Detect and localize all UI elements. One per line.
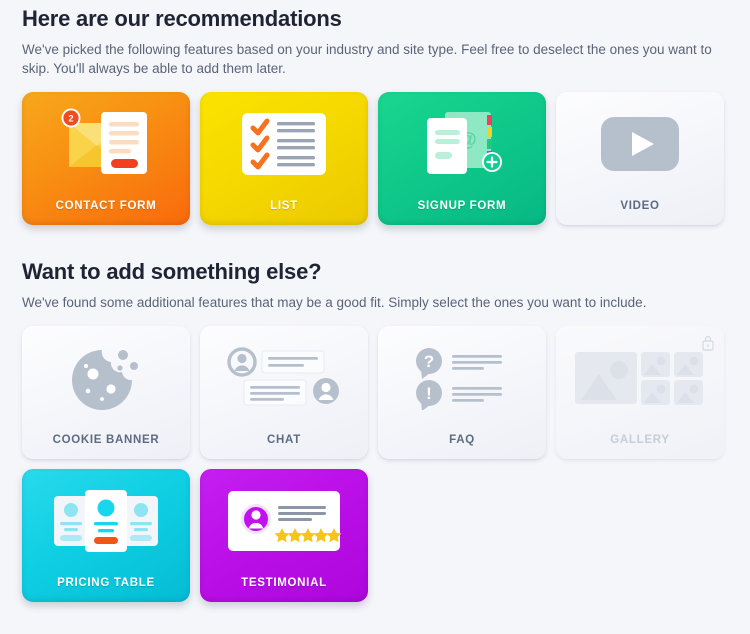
faq-icon: ? ! bbox=[378, 326, 546, 430]
pricing-table-icon bbox=[22, 469, 190, 573]
feature-card-label: FAQ bbox=[449, 434, 475, 446]
gallery-icon bbox=[556, 326, 724, 430]
feature-card-label: CHAT bbox=[267, 434, 301, 446]
recommendations-page: Here are our recommendations We've picke… bbox=[0, 0, 750, 602]
feature-card-video[interactable]: VIDEO bbox=[556, 92, 724, 225]
recommendations-description: We've picked the following features base… bbox=[22, 42, 712, 76]
additional-features-grid: COOKIE BANNER CHAT ? ! FAQ GALLERY PRICI… bbox=[22, 326, 728, 602]
testimonial-icon bbox=[200, 469, 368, 573]
contact-form-icon: 2 bbox=[22, 92, 190, 196]
additional-features-title: Want to add something else? bbox=[22, 259, 322, 284]
video-play-icon bbox=[556, 92, 724, 196]
additional-features-description: We've found some additional features tha… bbox=[22, 295, 647, 310]
svg-text:!: ! bbox=[426, 384, 432, 403]
feature-card-label: GALLERY bbox=[610, 434, 670, 446]
unread-badge: 2 bbox=[61, 108, 81, 128]
feature-card-label: SIGNUP FORM bbox=[417, 200, 507, 212]
cookie-icon bbox=[22, 326, 190, 430]
feature-card-signup-form[interactable]: @ bbox=[378, 92, 546, 225]
feature-card-label: VIDEO bbox=[620, 200, 660, 212]
svg-text:2: 2 bbox=[68, 114, 73, 124]
feature-card-label: COOKIE BANNER bbox=[52, 434, 160, 446]
feature-card-gallery[interactable]: GALLERY bbox=[556, 326, 724, 459]
chat-bubbles-icon bbox=[200, 326, 368, 430]
feature-card-contact-form[interactable]: 2 CONTACT FORM bbox=[22, 92, 190, 225]
svg-text:?: ? bbox=[424, 352, 434, 371]
page-title: Here are our recommendations bbox=[22, 6, 342, 31]
feature-card-label: LIST bbox=[270, 200, 298, 212]
feature-card-testimonial[interactable]: TESTIMONIAL bbox=[200, 469, 368, 602]
checklist-icon bbox=[200, 92, 368, 196]
feature-card-chat[interactable]: CHAT bbox=[200, 326, 368, 459]
feature-card-pricing-table[interactable]: PRICING TABLE bbox=[22, 469, 190, 602]
feature-card-list[interactable]: LIST bbox=[200, 92, 368, 225]
recommended-features-grid: 2 CONTACT FORM LIST SIGNUP FORM VIDEO bbox=[22, 92, 728, 225]
feature-card-label: PRICING TABLE bbox=[57, 577, 155, 589]
feature-card-cookie-banner[interactable]: COOKIE BANNER bbox=[22, 326, 190, 459]
signup-form-icon: @ bbox=[378, 92, 546, 196]
feature-card-label: CONTACT FORM bbox=[55, 200, 157, 212]
feature-card-label: TESTIMONIAL bbox=[241, 577, 327, 589]
feature-card-faq[interactable]: ? ! FAQ bbox=[378, 326, 546, 459]
